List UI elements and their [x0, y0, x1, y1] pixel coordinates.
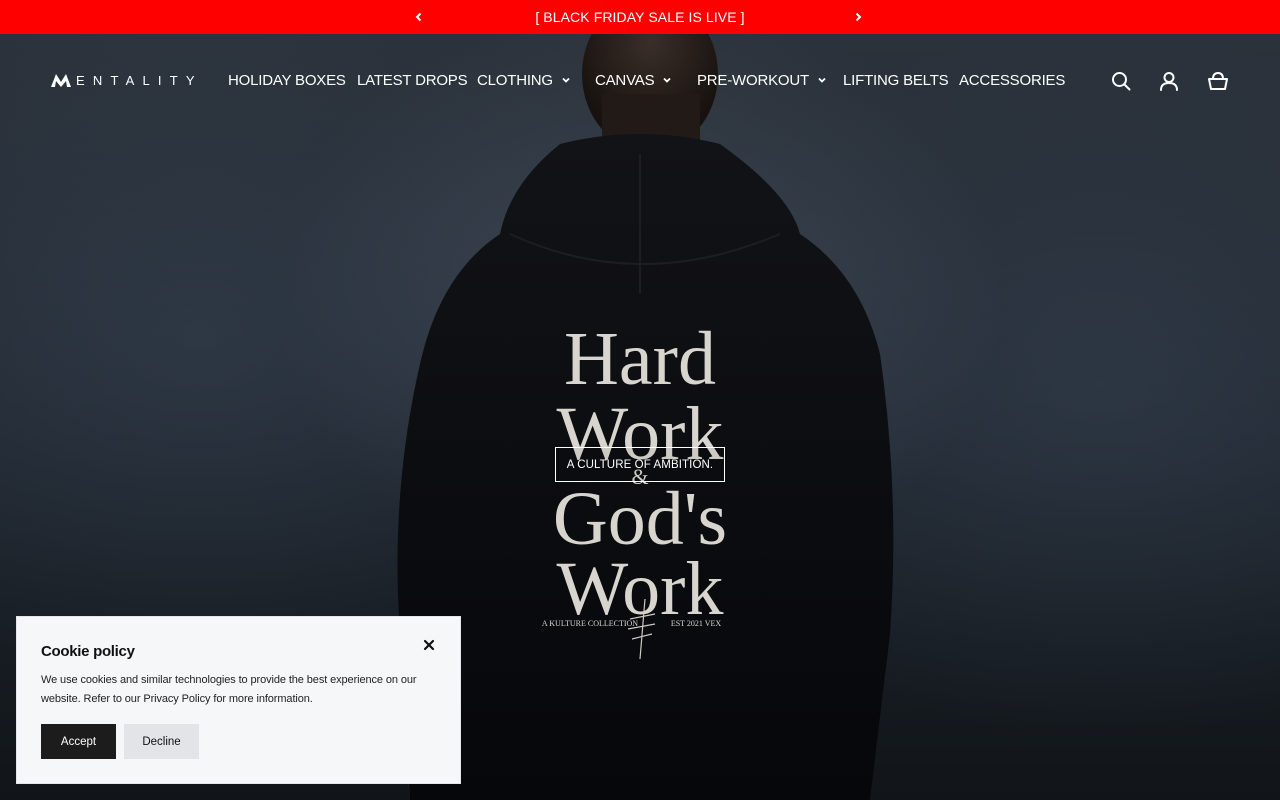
- hoodie-print-line-1: Hard: [564, 317, 716, 401]
- nav-item-lifting-belts[interactable]: LIFTING BELTS: [843, 70, 949, 90]
- nav-item-clothing[interactable]: CLOTHING: [477, 70, 571, 90]
- announcement-message[interactable]: [ BLACK FRIDAY SALE IS LIVE ]: [535, 9, 744, 25]
- hero-cta-button[interactable]: A CULTURE OF AMBITION.: [555, 447, 725, 482]
- nav-item-label: LIFTING BELTS: [843, 71, 949, 89]
- chevron-left-icon: [415, 12, 422, 22]
- close-icon[interactable]: [421, 637, 437, 653]
- site-header: ENTALITY HOLIDAY BOXES LATEST DROPS CLOT…: [0, 34, 1280, 128]
- nav-item-holiday-boxes[interactable]: HOLIDAY BOXES: [228, 70, 346, 90]
- site-logo[interactable]: ENTALITY: [50, 70, 203, 90]
- nav-item-pre-workout[interactable]: PRE-WORKOUT: [697, 70, 827, 90]
- chevron-down-icon: [662, 75, 672, 85]
- search-icon[interactable]: [1110, 70, 1132, 92]
- chevron-down-icon: [817, 75, 827, 85]
- accept-button[interactable]: Accept: [41, 724, 116, 759]
- nav-item-canvas[interactable]: CANVAS: [595, 70, 672, 90]
- nav-item-latest-drops[interactable]: LATEST DROPS: [357, 70, 468, 90]
- hoodie-print-small-1: A KULTURE COLLECTION: [542, 619, 638, 628]
- announcement-prev-button[interactable]: [404, 0, 434, 34]
- mentality-logo-icon: [51, 74, 71, 87]
- announcement-next-button[interactable]: [843, 0, 873, 34]
- nav-item-label: HOLIDAY BOXES: [228, 71, 346, 89]
- nav-item-label: CANVAS: [595, 71, 655, 89]
- hoodie-print-small-2: EST 2021 VEX: [671, 619, 722, 628]
- chevron-right-icon: [855, 12, 862, 22]
- cookie-body: We use cookies and similar technologies …: [41, 674, 417, 705]
- cart-icon[interactable]: [1207, 70, 1229, 92]
- nav-item-label: LATEST DROPS: [357, 71, 468, 89]
- cookie-popup: Cookie policy We use cookies and similar…: [16, 616, 461, 784]
- cookie-title: Cookie policy: [41, 643, 135, 660]
- nav-item-label: PRE-WORKOUT: [697, 71, 809, 89]
- account-icon[interactable]: [1158, 70, 1180, 92]
- decline-button[interactable]: Decline: [124, 724, 199, 759]
- nav-item-label: ACCESSORIES: [959, 71, 1066, 89]
- nav-item-accessories[interactable]: ACCESSORIES: [959, 70, 1065, 90]
- chevron-down-icon: [561, 75, 571, 85]
- nav-item-label: CLOTHING: [477, 71, 553, 89]
- announcement-bar: [ BLACK FRIDAY SALE IS LIVE ]: [0, 0, 1280, 34]
- logo-wordmark: ENTALITY: [76, 72, 203, 88]
